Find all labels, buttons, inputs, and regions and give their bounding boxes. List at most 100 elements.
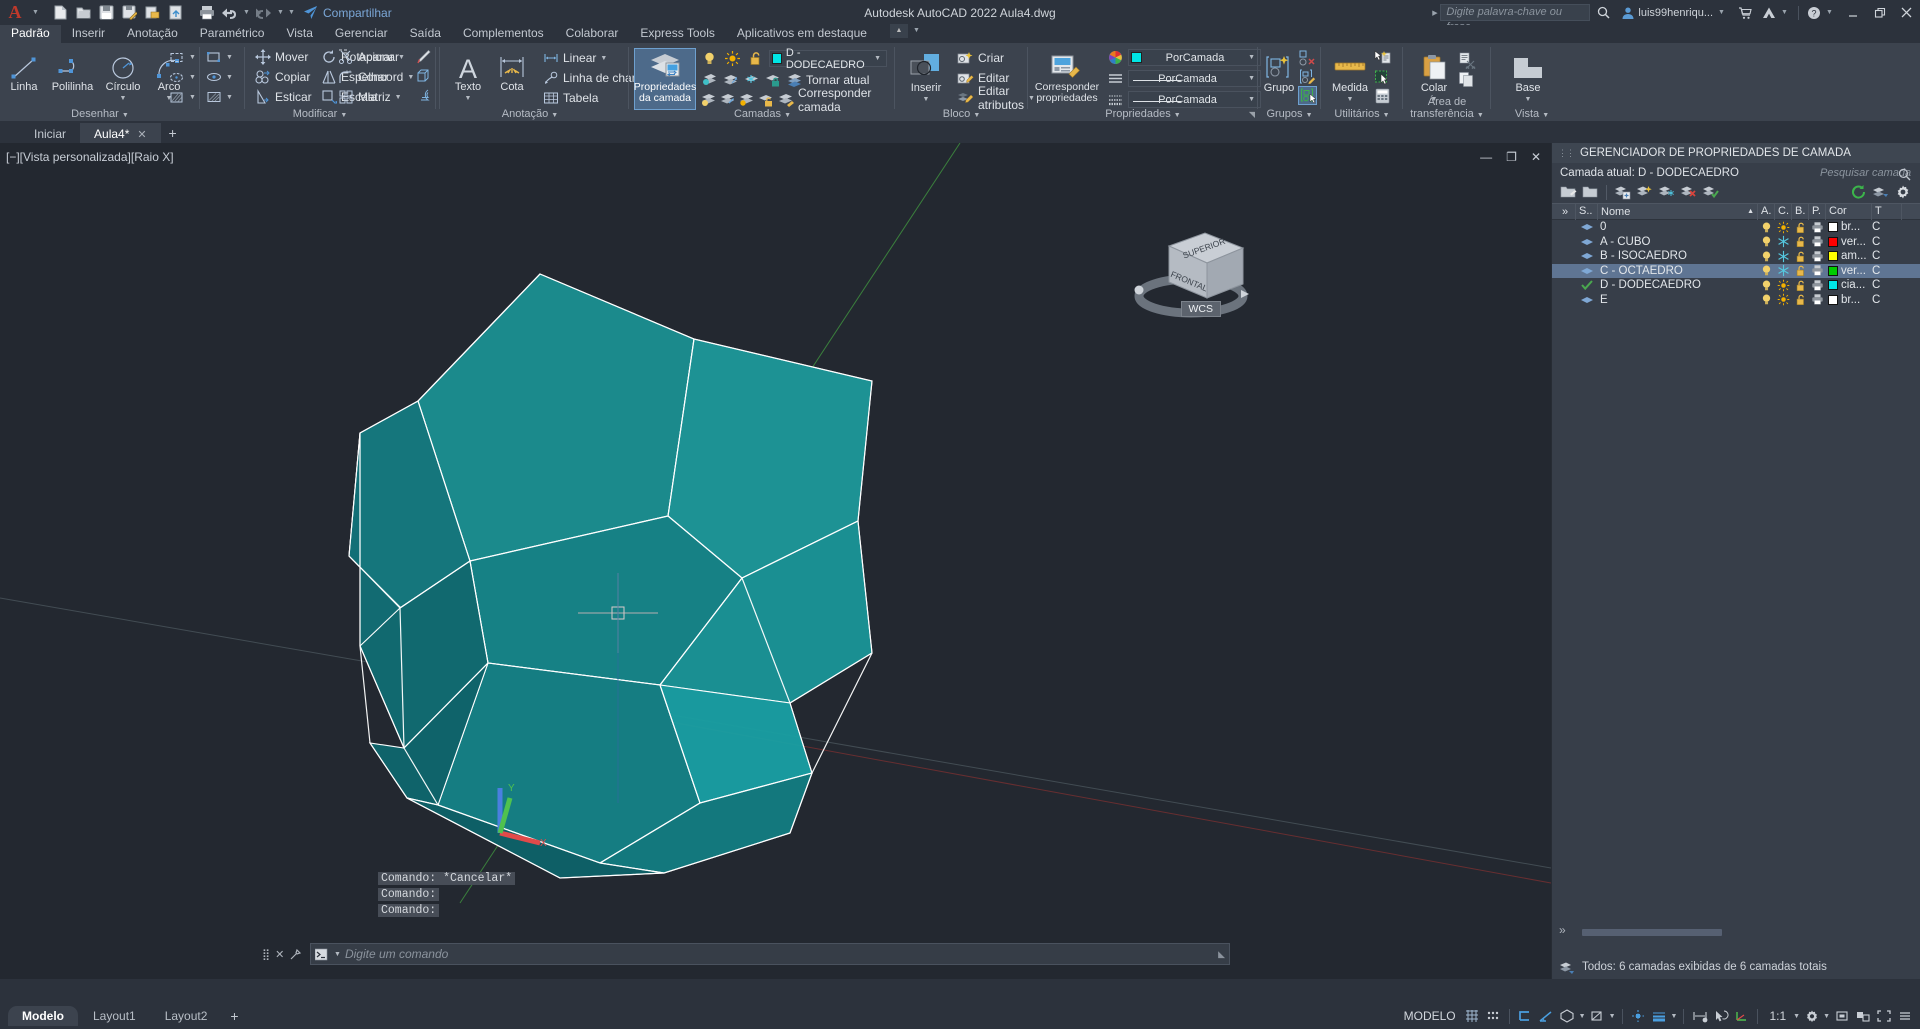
- redo-dropdown-icon[interactable]: ▼: [275, 0, 286, 25]
- layer-name[interactable]: 0: [1598, 220, 1758, 235]
- base-dropdown-icon[interactable]: ▼: [1525, 94, 1532, 106]
- ribbon-tab-vista[interactable]: Vista: [275, 25, 323, 43]
- layer-plot-icon[interactable]: [1809, 293, 1826, 308]
- drawing-area[interactable]: [−][Vista personalizada][Raio X] — ❐ ✕ Y…: [0, 143, 1551, 979]
- new-group-filter-icon[interactable]: [1581, 183, 1600, 202]
- model-space-label[interactable]: MODELO: [1399, 1009, 1461, 1023]
- layer-lock-icon[interactable]: [1792, 249, 1809, 264]
- linear-dropdown-icon[interactable]: ▼: [600, 55, 607, 62]
- autodesk-store-icon[interactable]: [1731, 0, 1758, 25]
- layer-list[interactable]: 0 br... C A - CUBO ver... C B - ISOCAEDRO am...…: [1552, 220, 1920, 307]
- otrack-icon[interactable]: [1629, 1006, 1648, 1027]
- circle-button[interactable]: Círculo ▼: [99, 47, 147, 105]
- user-account[interactable]: luis99henriqu... ▼: [1617, 0, 1731, 25]
- layer-name[interactable]: B - ISOCAEDRO: [1598, 249, 1758, 264]
- rectangle-dropdown-icon[interactable]: ▼: [189, 54, 196, 61]
- new-tab-button[interactable]: +: [161, 123, 185, 143]
- ellipse-dropdown-icon[interactable]: ▼: [189, 74, 196, 81]
- layer-linetype[interactable]: C: [1872, 293, 1902, 308]
- minimize-button[interactable]: [1839, 0, 1866, 25]
- layer-properties-button[interactable]: Propriedades da camada: [634, 48, 696, 110]
- command-dropdown-icon[interactable]: ▼: [334, 951, 341, 958]
- fillet-button[interactable]: Concord ▼: [335, 67, 416, 87]
- ellipse-button[interactable]: ▼: [166, 67, 198, 87]
- layer-thaw-icon[interactable]: [738, 91, 755, 110]
- command-line-handle[interactable]: ⣿ ✕: [262, 943, 302, 965]
- layer-status-icon[interactable]: [1576, 293, 1598, 308]
- sun-icon[interactable]: [723, 49, 742, 68]
- layer-name[interactable]: E: [1598, 293, 1758, 308]
- trim-dropdown-icon[interactable]: ▼: [398, 54, 405, 61]
- layer-plot-icon[interactable]: [1809, 278, 1826, 293]
- layer-status-icon[interactable]: [1576, 220, 1598, 235]
- apps-dropdown-icon[interactable]: ▼: [1779, 0, 1790, 25]
- ribbon-tab-complementos[interactable]: Complementos: [452, 25, 555, 43]
- column-cor[interactable]: Cor: [1826, 203, 1872, 220]
- insert-block-button[interactable]: Inserir ▼: [900, 48, 952, 106]
- text-dropdown-icon[interactable]: ▼: [465, 93, 472, 105]
- offset-icon[interactable]: [413, 85, 432, 104]
- group-button[interactable]: Grupo: [1260, 48, 1298, 94]
- customization-menu-icon[interactable]: [1895, 1006, 1914, 1027]
- open-icon[interactable]: [72, 0, 95, 25]
- workspace-icon[interactable]: [1802, 1006, 1821, 1027]
- panel-dialog-launcher[interactable]: ◥: [1249, 110, 1255, 119]
- delete-layer-icon[interactable]: [1679, 183, 1698, 202]
- layer-color[interactable]: am...: [1826, 249, 1872, 264]
- customize-qat-icon[interactable]: ▼: [286, 0, 297, 25]
- ribbon-tab-parametrico[interactable]: Paramétrico: [189, 25, 276, 43]
- text-button[interactable]: A Texto ▼: [446, 47, 490, 105]
- layer-color[interactable]: br...: [1826, 293, 1872, 308]
- layer-color[interactable]: cia...: [1826, 278, 1872, 293]
- layer-status-icon[interactable]: [1576, 249, 1598, 264]
- layer-on-icon[interactable]: [1758, 220, 1775, 235]
- measure-button[interactable]: Medida ▼: [1327, 48, 1373, 106]
- palette-expand-icon[interactable]: »: [1559, 923, 1566, 937]
- layer-on-icon[interactable]: [1758, 293, 1775, 308]
- revolve-dropdown-icon[interactable]: ▼: [226, 74, 233, 81]
- layer-lock-icon[interactable]: [1792, 264, 1809, 279]
- column-freeze[interactable]: C.: [1775, 203, 1792, 220]
- layer-freeze-icon[interactable]: [1775, 278, 1792, 293]
- new-icon[interactable]: [49, 0, 72, 25]
- doc-tab-iniciar[interactable]: Iniciar: [20, 123, 80, 143]
- doc-tab-aula4[interactable]: Aula4* ✕: [80, 123, 161, 143]
- layer-name[interactable]: A - CUBO: [1598, 235, 1758, 250]
- layer-status-icon[interactable]: [1576, 264, 1598, 279]
- layer-unlock-icon[interactable]: [757, 91, 774, 110]
- color-wheel-icon[interactable]: [1106, 48, 1125, 67]
- layout-tab-layout2[interactable]: Layout2: [151, 1006, 222, 1026]
- layer-plot-icon[interactable]: [1809, 235, 1826, 250]
- table-row[interactable]: 0 br... C: [1552, 220, 1920, 235]
- plot-preview-icon[interactable]: [141, 0, 164, 25]
- layer-states-icon[interactable]: [1613, 183, 1632, 202]
- ortho-icon[interactable]: [1516, 1006, 1535, 1027]
- layer-color[interactable]: ver...: [1826, 264, 1872, 279]
- workspace-dropdown-icon[interactable]: ▼: [1823, 1013, 1830, 1020]
- edit-group-icon[interactable]: [1298, 67, 1317, 86]
- base-view-button[interactable]: Base ▼: [1505, 48, 1551, 106]
- layer-linetype[interactable]: C: [1872, 249, 1902, 264]
- layer-freeze-icon[interactable]: [1775, 293, 1792, 308]
- autodesk-apps-button[interactable]: ▼: [1758, 0, 1794, 25]
- layer-freeze-icon[interactable]: [1775, 235, 1792, 250]
- bulb-on-icon[interactable]: [700, 49, 719, 68]
- layer-off-icon[interactable]: [700, 91, 717, 110]
- layer-plot-icon[interactable]: [1809, 249, 1826, 264]
- palette-title-bar[interactable]: ⋮⋮ GERENCIADOR DE PROPRIEDADES DE CAMADA: [1552, 143, 1920, 163]
- layer-name[interactable]: C - OCTAEDRO: [1598, 264, 1758, 279]
- column-linetype[interactable]: T: [1872, 203, 1902, 220]
- explode-icon[interactable]: [413, 66, 432, 85]
- copy-button[interactable]: Copiar: [252, 67, 314, 87]
- ribbon-collapse-icon[interactable]: ▲: [889, 23, 908, 38]
- quick-select-icon[interactable]: [1373, 48, 1392, 67]
- layer-linetype[interactable]: C: [1872, 278, 1902, 293]
- annotation-scale-dropdown-icon[interactable]: ▼: [1793, 1013, 1800, 1020]
- linetype-icon[interactable]: [1106, 69, 1125, 88]
- set-current-icon[interactable]: [1701, 183, 1720, 202]
- layer-on-icon[interactable]: [1758, 264, 1775, 279]
- dimension-button[interactable]: Cota: [490, 47, 534, 105]
- ribbon-tab-colaborar[interactable]: Colaborar: [555, 25, 630, 43]
- app-menu-chevron-icon[interactable]: ▼: [30, 0, 41, 25]
- table-row[interactable]: D - DODECAEDRO cia... C: [1552, 278, 1920, 293]
